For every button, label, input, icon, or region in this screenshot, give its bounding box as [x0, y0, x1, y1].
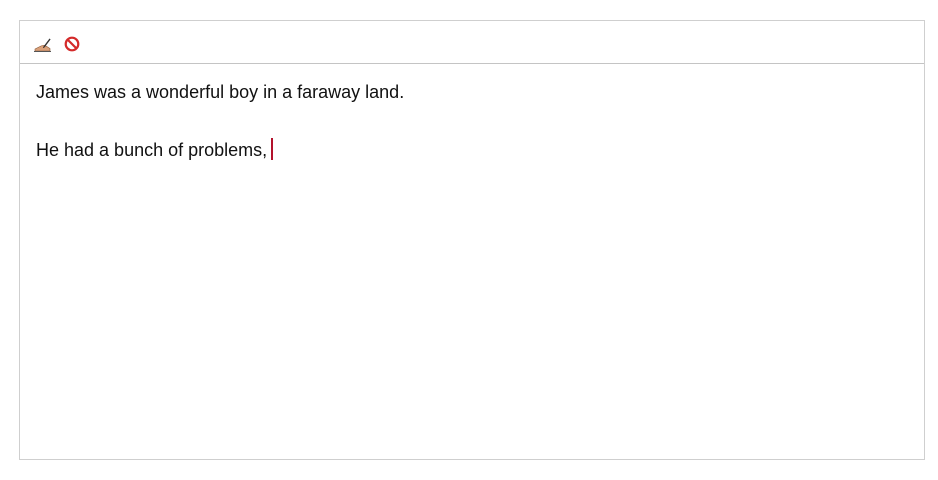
paragraph-text: He had a bunch of problems,: [36, 140, 268, 160]
write-button[interactable]: [33, 34, 53, 54]
text-editor: James was a wonderful boy in a faraway l…: [19, 20, 925, 460]
editor-content[interactable]: James was a wonderful boy in a faraway l…: [20, 64, 924, 162]
text-caret: [271, 138, 274, 160]
paragraph[interactable]: James was a wonderful boy in a faraway l…: [36, 80, 908, 104]
writing-hand-icon: [34, 38, 51, 52]
paragraph[interactable]: He had a bunch of problems,: [36, 138, 908, 162]
no-entry-icon: [64, 36, 80, 52]
paragraph-text: James was a wonderful boy in a faraway l…: [36, 82, 405, 102]
clear-button[interactable]: [62, 34, 82, 54]
editor-toolbar: [20, 21, 924, 64]
